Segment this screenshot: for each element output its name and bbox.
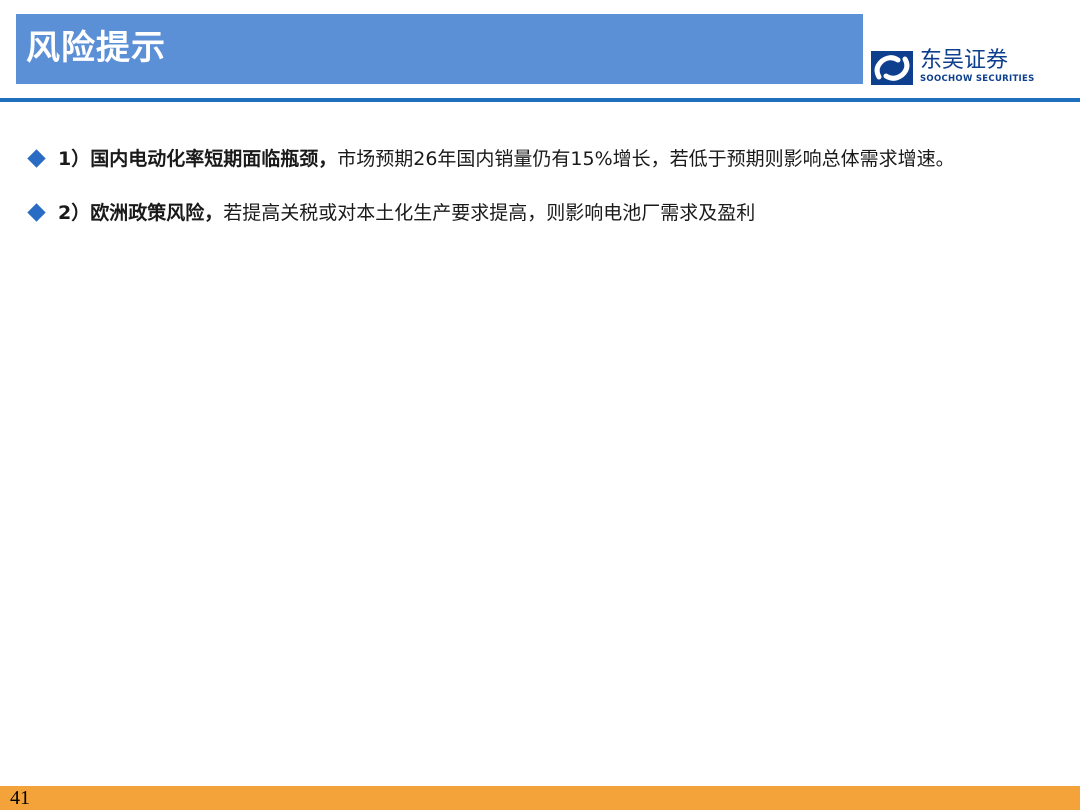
- title-bar: 风险提示: [16, 14, 863, 84]
- bullet-text: 若提高关税或对本土化生产要求提高，则影响电池厂需求及盈利: [223, 202, 756, 224]
- logo-name-cn: 东吴证券: [920, 48, 1009, 73]
- bullet-heading: 1）国内电动化率短期面临瓶颈，: [58, 148, 338, 170]
- bullet-heading: 2）欧洲政策风险，: [58, 202, 224, 224]
- company-logo: 东吴证券 SOOCHOW SECURITIES: [870, 48, 1040, 88]
- bullet-text: 市场预期26年国内销量仍有15%增长，若低于预期则影响总体需求增速。: [337, 148, 955, 170]
- list-item: 1）国内电动化率短期面临瓶颈，市场预期26年国内销量仍有15%增长，若低于预期则…: [27, 143, 1068, 175]
- bullet-list: 1）国内电动化率短期面临瓶颈，市场预期26年国内销量仍有15%增长，若低于预期则…: [27, 143, 1068, 251]
- footer-bar: [0, 786, 1080, 810]
- page-number: 41: [10, 787, 30, 809]
- soochow-logo-icon: [871, 51, 913, 85]
- page-title: 风险提示: [26, 28, 166, 68]
- diamond-bullet-icon: [27, 149, 46, 168]
- diamond-bullet-icon: [27, 203, 46, 222]
- logo-name-en: SOOCHOW SECURITIES: [920, 74, 1035, 84]
- list-item: 2）欧洲政策风险，若提高关税或对本土化生产要求提高，则影响电池厂需求及盈利: [27, 197, 1068, 229]
- header-divider: [0, 98, 1080, 102]
